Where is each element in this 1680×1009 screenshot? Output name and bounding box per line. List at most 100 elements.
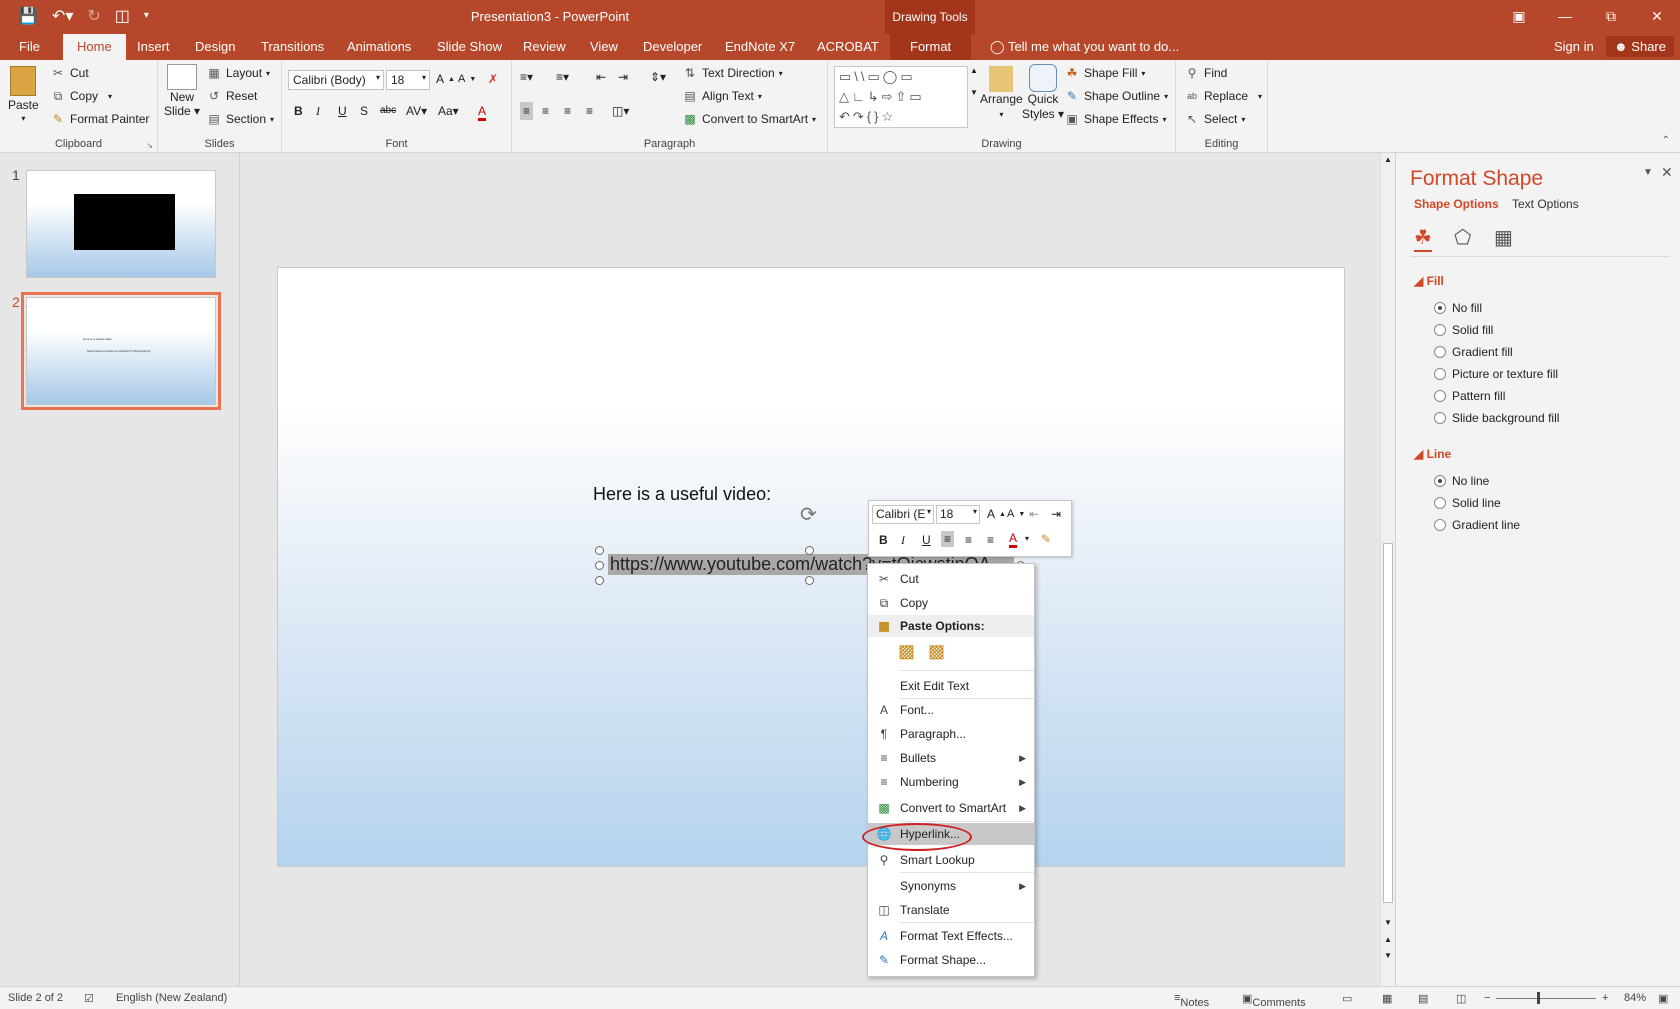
align-left-icon[interactable]: ≡ (520, 102, 534, 120)
align-center-icon[interactable]: ≡ (542, 104, 549, 118)
normal-view-icon[interactable]: ▭ (1342, 992, 1352, 1005)
font-color-icon[interactable]: A (478, 104, 487, 121)
resize-handle[interactable] (595, 576, 604, 585)
tab-shape-options[interactable]: Shape Options (1414, 197, 1499, 211)
menu-item-synonyms[interactable]: Synonyms ▶ (868, 875, 1034, 897)
paste-picture-icon[interactable]: ▩ (928, 641, 945, 662)
collapse-ribbon-icon[interactable]: ⌃ (1662, 135, 1670, 146)
font-color-icon[interactable]: A (1009, 531, 1018, 548)
zoom-out-icon[interactable]: − (1484, 992, 1490, 1004)
ribbon-display-options-icon[interactable]: ▣ (1496, 0, 1542, 34)
dialog-launcher-icon[interactable]: ↘ (146, 141, 153, 150)
find-button[interactable]: ⚲ Find (1184, 65, 1228, 81)
new-slide-button[interactable]: New Slide ▾ (164, 64, 200, 118)
effects-icon[interactable]: ⬠ (1454, 225, 1471, 250)
char-spacing-icon[interactable]: AV▾ (406, 104, 427, 118)
sign-in-link[interactable]: Sign in (1554, 39, 1594, 54)
close-pane-icon[interactable]: ✕ (1661, 164, 1673, 181)
tab-format[interactable]: Format (890, 34, 972, 60)
underline-icon[interactable]: U (922, 533, 931, 547)
select-button[interactable]: ↖ Select ▾ (1184, 111, 1245, 127)
radio-picture-fill[interactable]: Picture or texture fill (1434, 367, 1558, 381)
gallery-scroll-down-icon[interactable]: ▼ (970, 88, 978, 97)
shrink-font-icon[interactable]: A ▼ (1007, 508, 1025, 520)
italic-icon[interactable]: I (316, 104, 320, 119)
menu-item-smart-lookup[interactable]: ⚲ Smart Lookup (868, 849, 1034, 871)
scroll-thumb[interactable] (1383, 543, 1393, 903)
cut-button[interactable]: ✂ Cut (50, 65, 89, 81)
minimize-button[interactable]: — (1542, 0, 1588, 34)
tab-design[interactable]: Design (195, 39, 235, 54)
gallery-scroll-icon[interactable]: ▲ (970, 66, 978, 75)
comments-button[interactable]: ▣ Comments (1242, 992, 1306, 1009)
resize-handle[interactable] (805, 546, 814, 555)
radio-solid-fill[interactable]: Solid fill (1434, 323, 1493, 337)
zoom-in-icon[interactable]: + (1602, 992, 1608, 1004)
radio-pattern-fill[interactable]: Pattern fill (1434, 389, 1505, 403)
slide-sorter-icon[interactable]: ▦ (1382, 992, 1392, 1005)
justify-icon[interactable]: ≡ (586, 104, 593, 118)
layout-button[interactable]: ▦ Layout ▾ (206, 65, 270, 81)
bullets-icon[interactable]: ≡▾ (520, 70, 533, 84)
tab-text-options[interactable]: Text Options (1512, 197, 1579, 211)
shape-outline-button[interactable]: ✎ Shape Outline ▾ (1064, 88, 1168, 104)
decrease-indent-icon[interactable]: ⇤ (1029, 507, 1039, 521)
scroll-down-icon[interactable]: ▼ (1384, 918, 1392, 927)
strikethrough-icon[interactable]: abc (380, 105, 396, 116)
mini-font-dropdown[interactable]: Calibri (E ▾ (872, 505, 934, 524)
shape-effects-button[interactable]: ▣ Shape Effects ▾ (1064, 111, 1166, 127)
replace-button[interactable]: ab Replace ▾ (1184, 88, 1262, 104)
decrease-indent-icon[interactable]: ⇤ (596, 70, 606, 84)
reset-button[interactable]: ↺ Reset (206, 88, 257, 104)
menu-item-hyperlink[interactable]: 🌐 Hyperlink... (862, 823, 1034, 851)
shape-fill-button[interactable]: ☘ Shape Fill ▾ (1064, 65, 1146, 81)
tab-animations[interactable]: Animations (347, 39, 411, 54)
menu-item-exit-edit-text[interactable]: Exit Edit Text (868, 675, 1034, 697)
text-direction-button[interactable]: ⇅ Text Direction ▾ (682, 65, 783, 81)
menu-item-convert-smartart[interactable]: ▩ Convert to SmartArt ▶ (868, 797, 1034, 819)
share-button[interactable]: ☻ Share (1606, 36, 1674, 57)
slide-heading[interactable]: Here is a useful video: (593, 484, 771, 505)
fill-section-header[interactable]: ◢ Fill (1414, 274, 1444, 288)
slide-thumbnail-1[interactable] (26, 170, 216, 278)
slide-canvas[interactable]: Here is a useful video: https://www.yout… (277, 267, 1345, 867)
pane-options-icon[interactable]: ▼ (1643, 167, 1653, 178)
columns-icon[interactable]: ◫▾ (612, 104, 629, 118)
slide-thumbnail-2[interactable]: Here is a useful video: https://www.yout… (21, 292, 221, 410)
spelling-icon[interactable]: ☑ (84, 992, 94, 1005)
shadow-icon[interactable]: S (360, 104, 368, 118)
resize-handle[interactable] (595, 546, 604, 555)
increase-indent-icon[interactable]: ⇥ (1051, 507, 1061, 521)
font-size-dropdown[interactable]: 18 ▾ (386, 70, 430, 90)
menu-item-translate[interactable]: ◫ Translate (868, 899, 1034, 921)
copy-button[interactable]: ⧉ Copy ▾ (50, 88, 112, 104)
tab-home[interactable]: Home (63, 34, 126, 60)
quick-styles-button[interactable]: Quick Styles ▾ (1022, 64, 1064, 122)
restore-button[interactable]: ⧉ (1588, 0, 1634, 34)
section-button[interactable]: ▤ Section ▾ (206, 111, 274, 127)
radio-no-fill[interactable]: No fill (1434, 301, 1482, 315)
font-color-dropdown-icon[interactable]: ▾ (1025, 534, 1029, 543)
radio-slide-background-fill[interactable]: Slide background fill (1434, 411, 1559, 425)
tab-developer[interactable]: Developer (643, 39, 702, 54)
radio-gradient-fill[interactable]: Gradient fill (1434, 345, 1513, 359)
tab-file[interactable]: File (19, 39, 40, 54)
line-section-header[interactable]: ◢ Line (1414, 447, 1451, 461)
tab-view[interactable]: View (590, 39, 618, 54)
reading-view-icon[interactable]: ▤ (1418, 992, 1428, 1005)
menu-item-font[interactable]: A Font... (868, 699, 1034, 721)
radio-solid-line[interactable]: Solid line (1434, 496, 1501, 510)
align-right-icon[interactable]: ≡ (564, 104, 571, 118)
menu-item-paragraph[interactable]: ¶ Paragraph... (868, 723, 1034, 745)
align-text-button[interactable]: ▤ Align Text ▾ (682, 88, 762, 104)
menu-item-bullets[interactable]: ≡ Bullets ▶ (868, 747, 1034, 769)
bold-icon[interactable]: B (294, 104, 303, 118)
tab-slideshow[interactable]: Slide Show (437, 39, 502, 54)
tell-me-search[interactable]: ◯ Tell me what you want to do... (990, 39, 1179, 55)
zoom-level[interactable]: 84% (1624, 992, 1646, 1004)
tab-review[interactable]: Review (523, 39, 566, 54)
mini-size-dropdown[interactable]: 18 ▾ (936, 505, 980, 524)
tab-acrobat[interactable]: ACROBAT (817, 39, 879, 54)
fit-slide-icon[interactable]: ▣ (1658, 992, 1668, 1005)
radio-no-line[interactable]: No line (1434, 474, 1489, 488)
